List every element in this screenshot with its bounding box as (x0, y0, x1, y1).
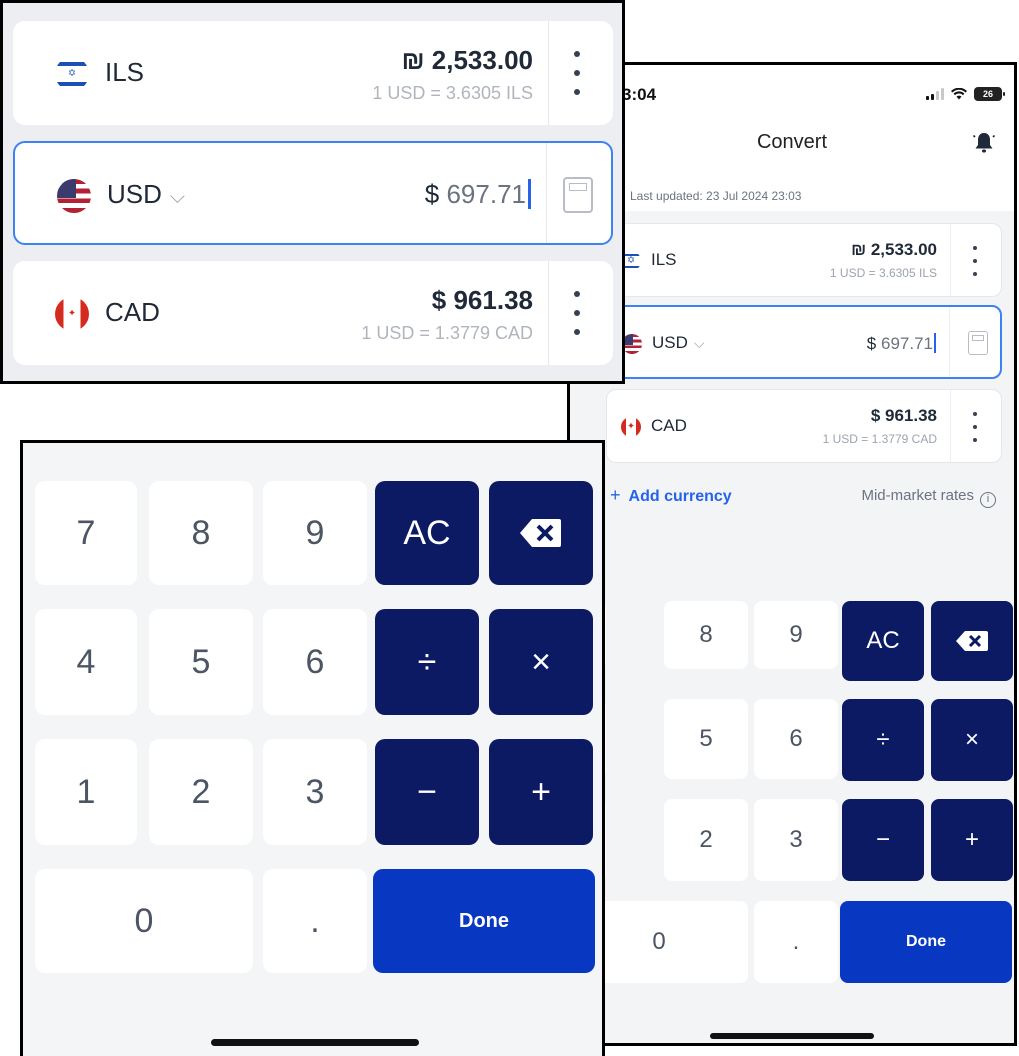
currency-code: ILS (105, 57, 145, 87)
canada-flag-icon: ✦ (621, 417, 641, 437)
signal-icon (926, 88, 944, 100)
currency-code: USD (107, 179, 162, 209)
key-7[interactable]: 7 (35, 481, 137, 585)
backspace-icon[interactable] (931, 601, 1013, 681)
currency-amount: ₪ 2,533.00 (851, 240, 937, 259)
plus-button[interactable]: + (931, 799, 1013, 881)
done-button[interactable]: Done (840, 901, 1012, 983)
chevron-down-icon: ⌵ (169, 186, 186, 208)
ac-button[interactable]: AC (375, 481, 479, 585)
currency-amount: ₪ 2,533.00 (401, 45, 533, 75)
home-indicator (211, 1039, 419, 1046)
currency-row-cad[interactable]: ✦ CAD $ 961.38 1 USD = 1.3779 CAD (606, 389, 1002, 463)
currency-row-ils[interactable]: ✡ ILS ₪ 2,533.00 1 USD = 3.6305 ILS (606, 223, 1002, 297)
key-decimal[interactable]: . (263, 869, 367, 973)
key-6[interactable]: 6 (263, 609, 367, 715)
key-4[interactable]: 4 (35, 609, 137, 715)
canada-flag-icon: ✦ (55, 297, 89, 331)
battery-level: 26 (982, 89, 993, 99)
currency-symbol: $ (866, 334, 877, 353)
divide-button[interactable]: ÷ (375, 609, 479, 715)
screen-header: Convert Last updated: 23 Jul 2024 23:03 (570, 121, 1014, 211)
key-9[interactable]: 9 (263, 481, 367, 585)
key-5[interactable]: 5 (149, 609, 253, 715)
minus-button[interactable]: − (375, 739, 479, 845)
currency-code: CAD (651, 416, 687, 435)
currency-code: ILS (651, 250, 677, 269)
multiply-button[interactable]: × (489, 609, 593, 715)
exchange-rate: 1 USD = 1.3779 CAD (822, 432, 937, 446)
key-0[interactable]: 0 (35, 869, 253, 973)
currency-list-zoom: ✡ ILS ₪ 2,533.00 1 USD = 3.6305 ILS USD ⌵… (0, 0, 625, 384)
calculator-icon[interactable] (968, 331, 988, 355)
status-bar: 3:04 26 (570, 65, 1014, 121)
more-options-icon[interactable] (567, 291, 587, 335)
key-3[interactable]: 3 (263, 739, 367, 845)
key-9[interactable]: 9 (754, 601, 838, 669)
add-currency-label: Add currency (628, 488, 732, 505)
plus-icon: + (610, 485, 621, 505)
chevron-down-icon: ⌵ (693, 335, 705, 351)
exchange-rate: 1 USD = 3.6305 ILS (829, 266, 937, 280)
calculator-icon[interactable] (563, 177, 593, 213)
currency-code: USD (652, 333, 688, 352)
divide-button[interactable]: ÷ (842, 699, 924, 781)
multiply-button[interactable]: × (931, 699, 1013, 781)
status-time: 3:04 (622, 85, 657, 104)
info-icon: i (980, 492, 996, 508)
plus-button[interactable]: + (489, 739, 593, 845)
phone-screen: 3:04 26 Convert Last updated: 23 Jul 202… (567, 62, 1017, 1046)
text-caret (934, 333, 936, 353)
amount-value: 697.71 (446, 179, 526, 209)
currency-row-usd[interactable]: USD ⌵ $ 697.71 (13, 141, 613, 245)
mid-market-rates-link[interactable]: Mid-market rates i (861, 487, 996, 508)
currency-amount: $ 961.38 (431, 285, 533, 315)
currency-code: CAD (105, 297, 160, 327)
home-indicator (710, 1033, 874, 1039)
currency-selector[interactable]: USD ⌵ (652, 333, 705, 353)
more-options-icon[interactable] (965, 246, 985, 276)
add-currency-button[interactable]: + Add currency (610, 485, 732, 506)
ac-button[interactable]: AC (842, 601, 924, 681)
page-title: Convert (756, 131, 828, 153)
amount-input[interactable]: $ 697.71 (425, 179, 531, 210)
amount-value: 697.71 (881, 334, 933, 353)
key-3[interactable]: 3 (754, 799, 838, 881)
wifi-icon (951, 88, 967, 100)
bell-icon[interactable] (972, 131, 996, 155)
more-options-icon[interactable] (965, 412, 985, 442)
key-8[interactable]: 8 (149, 481, 253, 585)
currency-row-usd[interactable]: USD ⌵ $ 697.71 (606, 305, 1002, 379)
key-2[interactable]: 2 (149, 739, 253, 845)
exchange-rate: 1 USD = 3.6305 ILS (372, 83, 533, 103)
done-button[interactable]: Done (373, 869, 595, 973)
key-5[interactable]: 5 (664, 699, 748, 779)
key-1[interactable]: 1 (35, 739, 137, 845)
more-options-icon[interactable] (567, 51, 587, 95)
exchange-rate: 1 USD = 1.3779 CAD (361, 323, 533, 343)
currency-symbol: $ (424, 179, 440, 209)
key-6[interactable]: 6 (754, 699, 838, 779)
minus-button[interactable]: − (842, 799, 924, 881)
last-updated-text: Last updated: 23 Jul 2024 23:03 (630, 189, 802, 203)
currency-amount: $ 961.38 (870, 406, 937, 425)
usa-flag-icon (57, 179, 91, 213)
backspace-icon[interactable] (489, 481, 593, 585)
amount-input[interactable]: $ 697.71 (867, 333, 936, 354)
israel-flag-icon: ✡ (55, 57, 89, 91)
mid-market-label: Mid-market rates (861, 487, 974, 504)
keypad-zoom: 7 8 9 AC 4 5 6 ÷ × 1 2 3 − + 0 . Done (20, 440, 605, 1056)
key-2[interactable]: 2 (664, 799, 748, 881)
system-icons: 26 (926, 87, 1005, 101)
text-caret (528, 179, 531, 209)
key-8[interactable]: 8 (664, 601, 748, 669)
key-decimal[interactable]: . (754, 901, 838, 983)
currency-selector[interactable]: USD ⌵ (107, 179, 185, 210)
currency-row-ils[interactable]: ✡ ILS ₪ 2,533.00 1 USD = 3.6305 ILS (13, 21, 613, 125)
currency-row-cad[interactable]: ✦ CAD $ 961.38 1 USD = 1.3779 CAD (13, 261, 613, 365)
usa-flag-icon (622, 334, 642, 354)
calculator-keypad: 7 8 9 AC 4 5 6 ÷ × 1 2 3 − + 0 . Done (570, 573, 1014, 1043)
battery-icon: 26 (974, 87, 1005, 101)
